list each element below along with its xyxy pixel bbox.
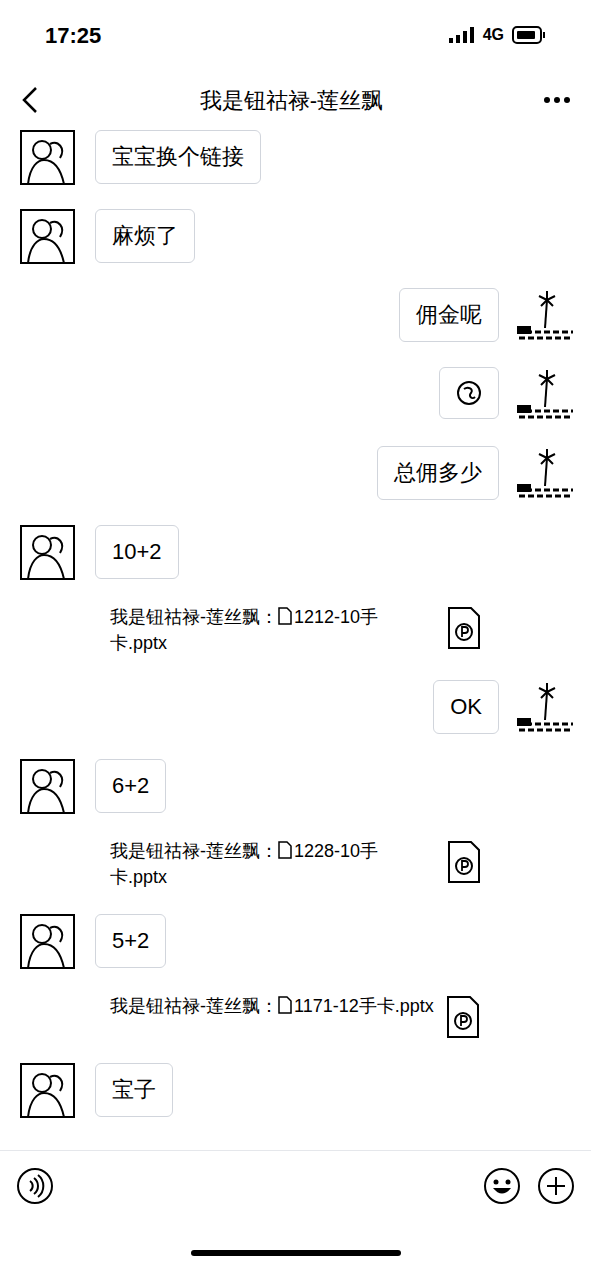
message-row: 6+2: [0, 759, 591, 814]
status-bar: 17:25 4G: [0, 0, 591, 70]
file-caption: 我是钮祜禄-莲丝飘：1228-10手卡.pptx: [110, 838, 435, 890]
input-bar: [0, 1150, 591, 1250]
message-row: 麻烦了: [0, 209, 591, 264]
signal-icon: [449, 27, 475, 43]
contact-avatar-icon[interactable]: [20, 914, 75, 969]
file-caption: 我是钮祜禄-莲丝飘：1212-10手卡.pptx: [110, 604, 435, 656]
file-message[interactable]: 我是钮祜禄-莲丝飘：1171-12手卡.pptx: [0, 993, 591, 1039]
message-bubble[interactable]: OK: [433, 680, 499, 734]
file-caption: 我是钮祜禄-莲丝飘：1171-12手卡.pptx: [110, 993, 434, 1019]
network-label: 4G: [483, 23, 504, 47]
message-text: 佣金呢: [416, 301, 482, 329]
pptx-document-icon[interactable]: [447, 840, 481, 884]
message-bubble[interactable]: 总佣多少: [377, 446, 499, 500]
plus-icon[interactable]: [537, 1167, 575, 1205]
self-avatar-icon[interactable]: [515, 680, 575, 735]
home-indicator[interactable]: [191, 1250, 401, 1256]
message-row: 宝宝换个链接: [0, 130, 591, 185]
file-sender: 我是钮祜禄-莲丝飘：: [110, 841, 278, 861]
file-icon: [278, 607, 292, 625]
message-text: 麻烦了: [112, 222, 178, 250]
message-bubble[interactable]: 5+2: [95, 914, 166, 968]
contact-avatar-icon[interactable]: [20, 759, 75, 814]
contact-avatar-icon[interactable]: [20, 525, 75, 580]
more-icon[interactable]: [543, 96, 571, 104]
message-row: 总佣多少: [0, 446, 591, 501]
message-row: [0, 367, 591, 422]
file-message[interactable]: 我是钮祜禄-莲丝飘：1212-10手卡.pptx: [0, 604, 591, 656]
contact-avatar-icon[interactable]: [20, 130, 75, 185]
message-list: 宝宝换个链接麻烦了佣金呢总佣多少 10+2 我是钮祜禄-莲丝飘：1212-10手卡.…: [0, 130, 591, 1150]
back-icon[interactable]: [20, 86, 40, 114]
file-message[interactable]: 我是钮祜禄-莲丝飘：1228-10手卡.pptx: [0, 838, 591, 890]
emoji-icon: [456, 380, 482, 406]
message-row: 佣金呢: [0, 288, 591, 343]
message-row: 10+2: [0, 525, 591, 580]
contact-avatar-icon[interactable]: [20, 1063, 75, 1118]
file-icon: [278, 841, 292, 859]
voice-icon[interactable]: [16, 1167, 54, 1205]
message-bubble[interactable]: 宝子: [95, 1063, 173, 1117]
contact-avatar-icon[interactable]: [20, 209, 75, 264]
battery-icon: [512, 26, 546, 44]
emoji-bubble[interactable]: [439, 367, 499, 419]
message-row: OK: [0, 680, 591, 735]
message-bubble[interactable]: 宝宝换个链接: [95, 130, 261, 184]
message-bubble[interactable]: 佣金呢: [399, 288, 499, 342]
nav-bar: 我是钮祜禄-莲丝飘: [0, 70, 591, 130]
self-avatar-icon[interactable]: [515, 367, 575, 422]
chat-title: 我是钮祜禄-莲丝飘: [200, 84, 383, 117]
message-text: 总佣多少: [394, 459, 482, 487]
file-sender: 我是钮祜禄-莲丝飘：: [110, 607, 278, 627]
message-text: 10+2: [112, 538, 162, 566]
file-sender: 我是钮祜禄-莲丝飘：: [110, 996, 278, 1016]
message-row: 宝子: [0, 1063, 591, 1118]
home-indicator-area: [0, 1250, 591, 1280]
self-avatar-icon[interactable]: [515, 288, 575, 343]
pptx-document-icon[interactable]: [446, 995, 480, 1039]
status-time: 17:25: [45, 19, 101, 52]
message-text: OK: [450, 693, 482, 721]
file-icon: [278, 996, 292, 1014]
message-bubble[interactable]: 麻烦了: [95, 209, 195, 263]
file-name[interactable]: 1171-12手卡.pptx: [278, 996, 434, 1016]
message-text: 宝宝换个链接: [112, 143, 244, 171]
message-bubble[interactable]: 10+2: [95, 525, 179, 579]
self-avatar-icon[interactable]: [515, 446, 575, 501]
pptx-document-icon[interactable]: [447, 606, 481, 650]
message-bubble[interactable]: 6+2: [95, 759, 166, 813]
chat-screen: 17:25 4G 我是钮祜禄-莲丝飘宝宝换个链接麻烦了佣金呢总佣多少 10+2 我是钮祜…: [0, 0, 591, 1280]
message-text: 6+2: [112, 772, 149, 800]
message-row: 5+2: [0, 914, 591, 969]
emoji-face-icon[interactable]: [483, 1167, 521, 1205]
message-text: 5+2: [112, 927, 149, 955]
message-text: 宝子: [112, 1076, 156, 1104]
